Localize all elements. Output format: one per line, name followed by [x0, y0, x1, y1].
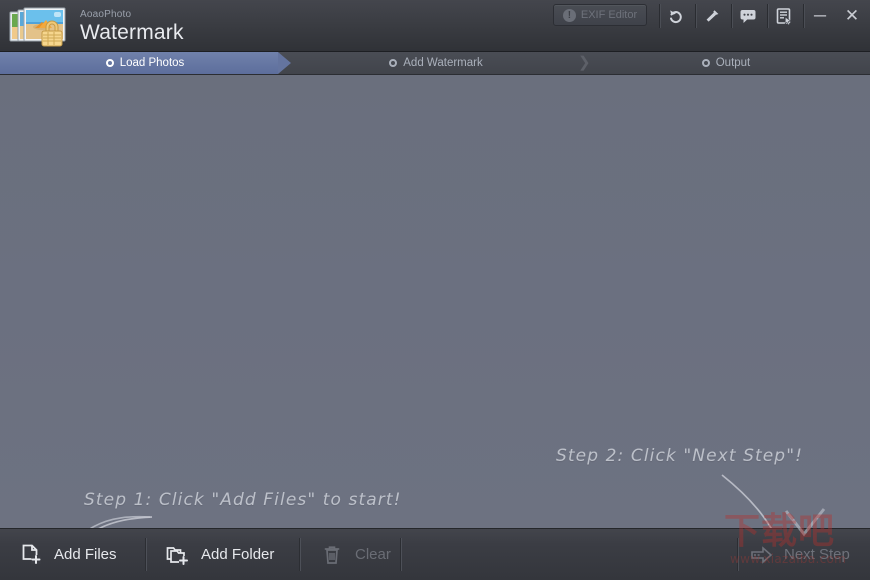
toolbar-separator: [803, 4, 805, 28]
step-tab-output[interactable]: Output: [582, 52, 870, 74]
bottom-toolbar: Add Files Add Folder Clear Next Step: [0, 528, 870, 580]
toolbar-separator: [299, 538, 301, 571]
undo-icon[interactable]: [661, 4, 691, 28]
step-bullet-icon: [105, 59, 114, 67]
exif-editor-button[interactable]: ! EXIF Editor: [553, 4, 647, 26]
step-label: Load Photos: [119, 57, 185, 69]
app-logo: [8, 5, 74, 47]
hammer-tool-icon[interactable]: [697, 4, 727, 28]
toolbar-separator: [400, 538, 402, 571]
step-tab-load-photos[interactable]: Load Photos: [0, 52, 290, 74]
close-button[interactable]: ✕: [838, 4, 866, 28]
file-plus-icon: [19, 543, 43, 567]
next-step-button[interactable]: Next Step: [738, 529, 870, 580]
register-document-icon[interactable]: [769, 4, 799, 28]
hint-step2-text: Step 2: Click "Next Step"!: [556, 446, 804, 466]
title-bar: AoaoPhoto Watermark ! EXIF Editor ─ ✕: [0, 0, 870, 52]
step-label: Output: [715, 57, 751, 69]
folder-plus-icon: [166, 543, 190, 567]
add-files-button[interactable]: Add Files: [5, 529, 131, 580]
next-step-label: Next Step: [784, 546, 850, 563]
exclamation-circle-icon: !: [562, 8, 576, 22]
minimize-button[interactable]: ─: [806, 4, 834, 28]
hint-step1-text: Step 1: Click "Add Files" to start!: [84, 490, 402, 510]
photo-drop-area[interactable]: Step 1: Click "Add Files" to start! Step…: [0, 75, 870, 528]
step-label: Add Watermark: [403, 57, 483, 69]
toolbar-separator: [145, 538, 147, 571]
step-tab-add-watermark[interactable]: Add Watermark: [292, 52, 580, 74]
brand-name: Watermark: [80, 21, 184, 44]
curved-arrow-to-next-step: [721, 474, 772, 528]
add-folder-button[interactable]: Add Folder: [152, 529, 288, 580]
clear-label: Clear: [355, 546, 391, 563]
add-files-label: Add Files: [54, 546, 117, 563]
add-folder-label: Add Folder: [201, 546, 275, 563]
curved-arrow-to-add-files: [98, 516, 153, 528]
photo-stack-with-padlock-icon: [9, 7, 66, 47]
step-bullet-icon: [701, 59, 710, 67]
brand-title-block: AoaoPhoto Watermark: [80, 9, 184, 45]
brand-subtitle: AoaoPhoto: [80, 9, 132, 20]
exif-editor-label: EXIF Editor: [580, 9, 638, 21]
arrow-right-icon: [750, 543, 774, 567]
speech-bubble-icon[interactable]: [733, 4, 763, 28]
step-bullet-icon: [389, 59, 398, 67]
application-window: AoaoPhoto Watermark ! EXIF Editor ─ ✕ ❯ …: [0, 0, 870, 580]
trash-icon: [320, 543, 344, 567]
clear-button[interactable]: Clear: [306, 529, 405, 580]
step-navigation-bar: ❯ Load Photos Add Watermark Output: [0, 52, 870, 75]
